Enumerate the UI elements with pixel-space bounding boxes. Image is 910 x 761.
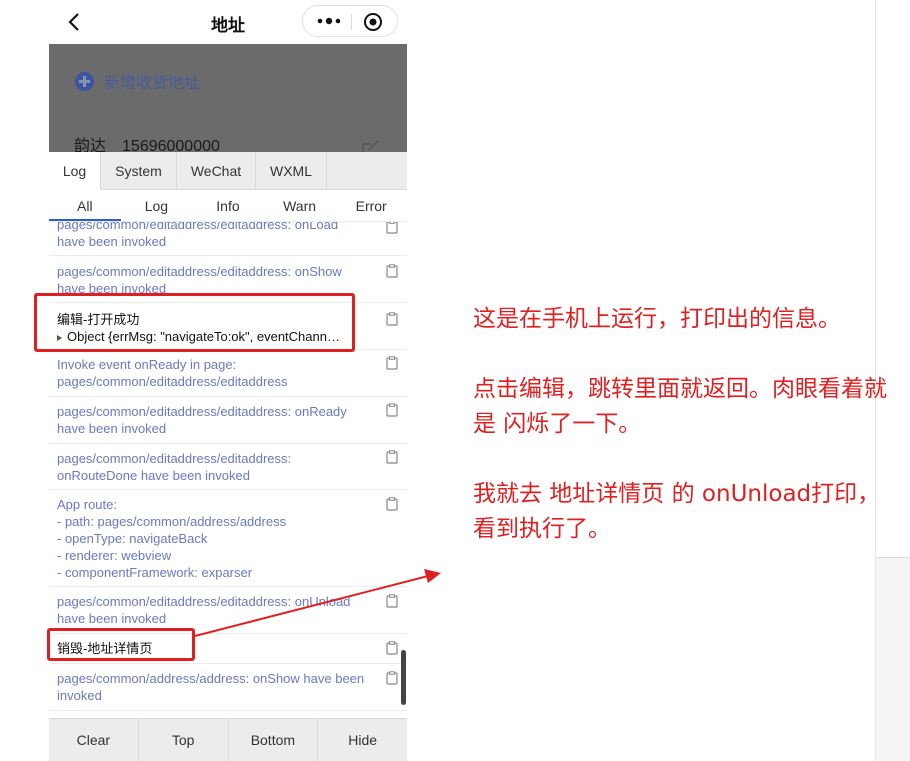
log-entry: pages/common/editaddress/editaddress: on… [49, 587, 407, 634]
add-address-button[interactable]: 新增收货地址 [75, 69, 200, 93]
log-entry: App route: - path: pages/common/address/… [49, 490, 407, 587]
vconsole-footer: Clear Top Bottom Hide [49, 718, 407, 761]
log-entry: pages/common/editaddress/editaddress: on… [49, 397, 407, 444]
copy-icon[interactable] [386, 222, 398, 234]
log-text: App route: - path: pages/common/address/… [57, 497, 287, 580]
log-scrollbar[interactable] [401, 650, 406, 705]
log-text: pages/common/editaddress/editaddress: on… [57, 404, 347, 436]
bottom-button[interactable]: Bottom [229, 719, 319, 761]
copy-icon[interactable] [386, 450, 398, 464]
log-text: pages/common/editaddress/editaddress: on… [57, 222, 339, 249]
filter-error[interactable]: Error [335, 190, 407, 221]
tab-wxml[interactable]: WXML [256, 152, 327, 190]
log-entry: pages/common/editaddress/editaddress: on… [49, 222, 407, 256]
vconsole-tabs: Log System WeChat WXML [49, 152, 407, 190]
log-text: pages/common/editaddress/editaddress: on… [57, 594, 351, 626]
annotation-text-3: 我就去 地址详情页 的 onUnload打印，看到执行了。 [473, 481, 881, 542]
highlight-box-open [34, 293, 355, 352]
annotation-text-1: 这是在手机上运行，打印出的信息。 [473, 306, 841, 332]
log-text: pages/common/editaddress/editaddress: on… [57, 264, 342, 296]
copy-icon[interactable] [386, 312, 398, 326]
log-text: pages/common/editaddress/editaddress: on… [57, 451, 292, 483]
more-icon[interactable] [315, 13, 343, 29]
vconsole-panel: Log System WeChat WXML All Log Info Warn… [49, 152, 407, 761]
copy-icon[interactable] [386, 497, 398, 511]
log-filter-tabs: All Log Info Warn Error [49, 190, 407, 222]
tab-log[interactable]: Log [49, 152, 101, 190]
close-mini-program-icon[interactable] [363, 12, 383, 32]
tab-system[interactable]: System [101, 152, 177, 190]
screenshot-root: 地址 新增收货地址 韵达 15696000000 Log System WeCh… [0, 0, 910, 761]
tab-wechat[interactable]: WeChat [177, 152, 256, 190]
log-text: pages/common/address/address: onShow hav… [57, 671, 365, 703]
copy-icon[interactable] [386, 403, 398, 417]
highlight-box-destroy [47, 628, 195, 661]
copy-icon[interactable] [386, 264, 398, 278]
filter-all[interactable]: All [49, 190, 121, 221]
log-entry: pages/common/editaddress/editaddress: on… [49, 444, 407, 490]
copy-icon[interactable] [386, 594, 398, 608]
copy-icon[interactable] [386, 671, 398, 685]
log-entry: pages/common/address/address: onShow hav… [49, 664, 407, 711]
window-edge-panel [876, 557, 910, 761]
log-entry-partial [49, 711, 407, 718]
nav-bar: 地址 [49, 0, 407, 44]
add-circle-icon [75, 71, 94, 91]
address-page: 新增收货地址 韵达 15696000000 [49, 44, 407, 154]
copy-icon[interactable] [386, 356, 398, 370]
log-entry: Invoke event onReady in page: pages/comm… [49, 350, 407, 397]
top-button[interactable]: Top [139, 719, 229, 761]
hide-button[interactable]: Hide [318, 719, 407, 761]
copy-icon[interactable] [386, 641, 398, 655]
add-address-label: 新增收货地址 [104, 75, 201, 92]
filter-info[interactable]: Info [192, 190, 264, 221]
clear-button[interactable]: Clear [49, 719, 139, 761]
capsule-divider [351, 14, 352, 30]
capsule-menu [302, 5, 398, 37]
annotation-text-2: 点击编辑，跳转里面就返回。肉眼看着就是 闪烁了一下。 [473, 376, 887, 437]
filter-warn[interactable]: Warn [264, 190, 336, 221]
log-text: Invoke event onReady in page: pages/comm… [57, 357, 288, 389]
filter-log[interactable]: Log [121, 190, 193, 221]
address-contact[interactable]: 韵达 15696000000 [74, 132, 220, 154]
